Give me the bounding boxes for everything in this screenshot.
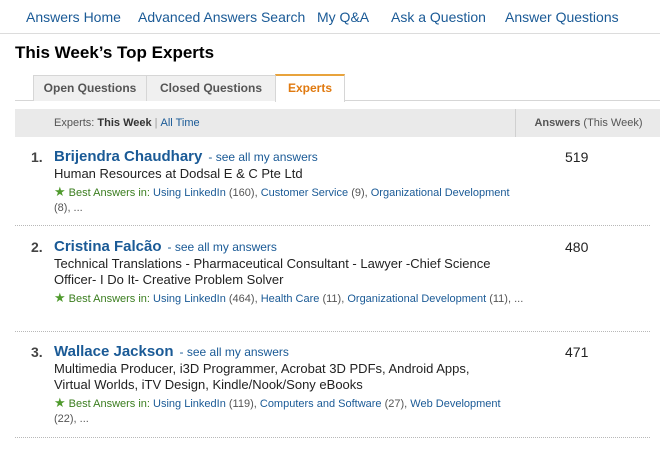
star-icon: ★ bbox=[54, 290, 66, 305]
answer-count: 471 bbox=[565, 344, 589, 360]
expert-headline: Multimedia Producer, i3D Programmer, Acr… bbox=[54, 361, 470, 392]
best-answers-label: Best Answers in: bbox=[68, 398, 150, 410]
category-count: (119), bbox=[228, 398, 257, 410]
expert-name-link[interactable]: Wallace Jackson bbox=[54, 343, 174, 360]
category-link[interactable]: Web Development bbox=[410, 398, 500, 410]
row-divider bbox=[15, 437, 650, 438]
category-link[interactable]: Customer Service bbox=[261, 187, 348, 199]
star-icon: ★ bbox=[54, 184, 66, 199]
category-count: (11), ... bbox=[489, 293, 524, 305]
nav-answers-home[interactable]: Answers Home bbox=[26, 9, 121, 25]
category-count: (22), ... bbox=[54, 413, 89, 425]
filter-separator: | bbox=[154, 117, 158, 129]
category-count: (464), bbox=[228, 293, 258, 305]
tab-open-questions[interactable]: Open Questions bbox=[33, 75, 147, 101]
tab-experts[interactable]: Experts bbox=[275, 74, 345, 102]
tab-bar: Open Questions Closed Questions Experts bbox=[15, 74, 660, 102]
expert-name-link[interactable]: Cristina Falcão bbox=[54, 238, 162, 255]
answers-column-header: Answers (This Week) bbox=[515, 109, 660, 137]
expert-headline: Technical Translations - Pharmaceutical … bbox=[54, 256, 491, 287]
answer-count: 519 bbox=[565, 149, 589, 165]
expert-rank: 2. bbox=[31, 239, 43, 255]
best-answers-label: Best Answers in: bbox=[68, 187, 150, 199]
experts-header-bar: Experts: This Week | All Time Answers (Thi… bbox=[15, 109, 660, 137]
nav-my-qa[interactable]: My Q&A bbox=[317, 9, 369, 25]
category-count: (160), bbox=[228, 187, 258, 199]
answers-period: (This Week) bbox=[583, 117, 643, 129]
category-link[interactable]: Organizational Development bbox=[371, 187, 510, 199]
nav-ask-a-question[interactable]: Ask a Question bbox=[391, 9, 486, 25]
period-filter: Experts: This Week | All Time bbox=[54, 117, 200, 129]
category-link[interactable]: Organizational Development bbox=[347, 293, 486, 305]
best-answers-label: Best Answers in: bbox=[68, 293, 150, 305]
star-icon: ★ bbox=[54, 395, 66, 410]
category-link[interactable]: Health Care bbox=[261, 293, 320, 305]
nav-answer-questions[interactable]: Answer Questions bbox=[505, 9, 619, 25]
answers-label: Answers bbox=[534, 117, 581, 129]
category-link[interactable]: Computers and Software bbox=[260, 398, 382, 410]
page-title: This Week’s Top Experts bbox=[15, 43, 215, 62]
best-answers: ★ Best Answers in: Using LinkedIn (119), … bbox=[54, 395, 524, 427]
category-count: (11), bbox=[322, 293, 345, 305]
see-all-answers-link[interactable]: - see all my answers bbox=[208, 150, 317, 164]
best-answers: ★ Best Answers in: Using LinkedIn (160), … bbox=[54, 184, 524, 216]
category-link[interactable]: Using LinkedIn bbox=[153, 398, 226, 410]
expert-name-link[interactable]: Brijendra Chaudhary bbox=[54, 148, 202, 165]
expert-rank: 3. bbox=[31, 344, 43, 360]
category-count: (27), bbox=[384, 398, 408, 410]
expert-rank: 1. bbox=[31, 149, 43, 165]
top-navigation: Answers Home Advanced Answers Search My … bbox=[0, 0, 660, 34]
filter-this-week: This Week bbox=[97, 117, 152, 129]
nav-advanced-answers-search[interactable]: Advanced Answers Search bbox=[138, 9, 305, 25]
filter-all-time[interactable]: All Time bbox=[161, 117, 200, 129]
best-answers: ★ Best Answers in: Using LinkedIn (464), … bbox=[54, 290, 524, 307]
tab-closed-questions[interactable]: Closed Questions bbox=[146, 75, 276, 101]
expert-headline: Human Resources at Dodsal E & C Pte Ltd bbox=[54, 166, 303, 181]
row-divider bbox=[15, 225, 650, 226]
category-count: (9), bbox=[351, 187, 368, 199]
category-link[interactable]: Using LinkedIn bbox=[153, 187, 226, 199]
see-all-answers-link[interactable]: - see all my answers bbox=[180, 345, 289, 359]
experts-label: Experts: bbox=[54, 117, 95, 129]
category-count: (8), ... bbox=[54, 202, 83, 214]
row-divider bbox=[15, 331, 650, 332]
see-all-answers-link[interactable]: - see all my answers bbox=[168, 240, 277, 254]
answer-count: 480 bbox=[565, 239, 589, 255]
category-link[interactable]: Using LinkedIn bbox=[153, 293, 226, 305]
